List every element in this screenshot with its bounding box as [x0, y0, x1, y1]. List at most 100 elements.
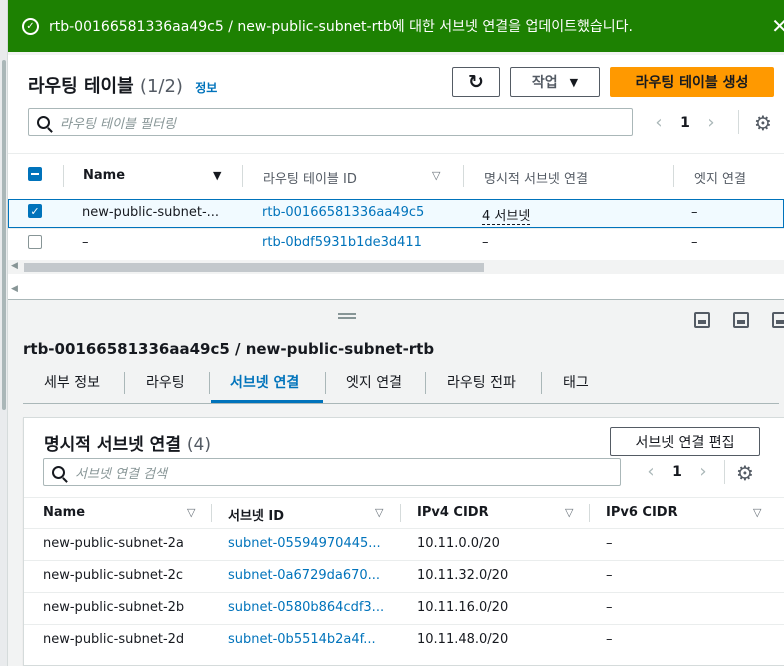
scroll-left-icon[interactable]: ◀	[11, 284, 18, 294]
row-divider	[8, 228, 784, 229]
row-rtb-id-link[interactable]: rtb-0bdf5931b1de3d411	[262, 235, 422, 250]
row-subnet-id-link[interactable]: subnet-0580b864cdf3...	[228, 600, 384, 615]
scrollbar-thumb[interactable]	[24, 263, 484, 272]
next-page-icon[interactable]: ›	[696, 112, 726, 133]
left-scrollbar[interactable]	[0, 0, 8, 666]
sort-icon[interactable]: ▽	[187, 506, 195, 519]
create-route-table-button[interactable]: 라우팅 테이블 생성	[610, 67, 774, 97]
tab-route-propagation[interactable]: 라우팅 전파	[447, 372, 516, 392]
route-table-search-input[interactable]: 라우팅 테이블 필터링	[28, 108, 633, 136]
actions-label: 작업	[531, 75, 558, 91]
col-header-explicit[interactable]: 명시적 서브넷 연결	[484, 168, 588, 187]
col-divider	[589, 504, 590, 522]
pagination: ‹ 1 ›	[644, 112, 726, 133]
page-number[interactable]: 1	[666, 464, 688, 480]
col-header-ipv6[interactable]: IPv6 CIDR	[606, 505, 678, 520]
page-title: 라우팅 테이블 (1/2) 정보	[28, 72, 217, 98]
select-all-checkbox[interactable]	[28, 167, 42, 181]
tab-divider	[124, 372, 125, 394]
app-root: ✓ rtb-00166581336aa49c5 / new-public-sub…	[0, 0, 784, 666]
col-header-subnet-id[interactable]: 서브넷 ID	[228, 505, 284, 524]
caret-down-icon: ▼	[569, 75, 579, 89]
sort-desc-icon[interactable]: ▼	[213, 169, 221, 182]
row-checkbox[interactable]	[28, 235, 42, 249]
scroll-left-icon[interactable]: ◀	[11, 261, 18, 271]
col-divider	[400, 504, 401, 522]
settings-gear-icon[interactable]: ⚙	[754, 111, 772, 135]
row-divider	[24, 592, 784, 593]
sort-icon[interactable]: ▽	[565, 506, 573, 519]
row-name: new-public-subnet-2b	[43, 600, 185, 615]
row-name: new-public-subnet-2c	[43, 568, 184, 583]
route-tables-count: (1/2)	[139, 76, 183, 97]
horizontal-scrollbar[interactable]: ◀	[8, 260, 784, 274]
divider	[24, 497, 784, 498]
tab-divider	[541, 372, 542, 394]
sort-icon[interactable]: ▽	[375, 506, 383, 519]
row-subnet-id-link[interactable]: subnet-0a6729da670...	[228, 568, 380, 583]
col-header-ipv4[interactable]: IPv4 CIDR	[417, 505, 489, 520]
row-divider	[24, 624, 784, 625]
row-divider	[24, 560, 784, 561]
search-placeholder: 라우팅 테이블 필터링	[60, 116, 176, 132]
close-icon[interactable]: ✕	[771, 14, 784, 38]
row-edge: –	[691, 205, 698, 220]
col-header-rtb-id[interactable]: 라우팅 테이블 ID	[263, 168, 357, 187]
route-tables-card: 라우팅 테이블 (1/2) 정보 ↻ 작업 ▼ 라우팅 테이블 생성 라우팅 테…	[8, 55, 784, 299]
tab-details[interactable]: 세부 정보	[44, 372, 100, 392]
page-number[interactable]: 1	[674, 115, 696, 131]
refresh-icon: ↻	[468, 71, 484, 93]
panel-title-text: 명시적 서브넷 연결	[44, 435, 181, 455]
panel-title: 명시적 서브넷 연결 (4)	[44, 430, 211, 455]
split-bottom-icon[interactable]	[694, 312, 710, 328]
row-name: new-public-subnet-2a	[43, 536, 184, 551]
row-ipv6: –	[606, 632, 613, 647]
col-divider	[211, 504, 212, 522]
search-icon	[52, 465, 65, 479]
col-divider	[463, 165, 464, 187]
row-name: new-public-subnet-...	[82, 205, 220, 220]
row-ipv4: 10.11.48.0/20	[417, 632, 509, 647]
scrollbar-thumb[interactable]	[2, 60, 6, 410]
actions-button[interactable]: 작업 ▼	[510, 67, 600, 97]
edit-subnet-associations-button[interactable]: 서브넷 연결 편집	[610, 427, 760, 456]
drag-handle-icon[interactable]	[338, 313, 356, 319]
row-ipv4: 10.11.16.0/20	[417, 600, 509, 615]
sort-icon[interactable]: ▽	[753, 506, 761, 519]
col-header-edge[interactable]: 엣지 연결	[694, 168, 746, 187]
row-name: new-public-subnet-2d	[43, 632, 185, 647]
info-link[interactable]: 정보	[195, 81, 217, 95]
row-subnet-id-link[interactable]: subnet-05594970445...	[228, 536, 381, 551]
panel-splitter[interactable]	[8, 299, 784, 300]
row-ipv4: 10.11.32.0/20	[417, 568, 509, 583]
subnet-association-search-input[interactable]: 서브넷 연결 검색	[43, 458, 621, 486]
row-ipv4: 10.11.0.0/20	[417, 536, 500, 551]
sort-icon[interactable]: ▽	[432, 169, 440, 182]
split-side-icon[interactable]	[733, 312, 749, 328]
flash-message: rtb-00166581336aa49c5 / new-public-subne…	[49, 19, 633, 35]
row-rtb-id-link[interactable]: rtb-00166581336aa49c5	[262, 205, 424, 220]
tab-divider	[425, 372, 426, 394]
pagination: ‹ 1 ›	[636, 461, 718, 482]
prev-page-icon[interactable]: ‹	[636, 461, 666, 482]
row-subnet-id-link[interactable]: subnet-0b5514b2a4f...	[228, 632, 376, 647]
row-explicit[interactable]: 4 서브넷	[482, 205, 531, 225]
panel-count: (4)	[186, 435, 211, 455]
row-name: –	[82, 235, 89, 250]
settings-gear-icon[interactable]: ⚙	[736, 461, 754, 485]
tab-subnet-associations[interactable]: 서브넷 연결	[230, 372, 299, 392]
prev-page-icon[interactable]: ‹	[644, 112, 674, 133]
row-checkbox[interactable]: ✓	[28, 204, 42, 218]
explicit-subnet-associations-panel: 명시적 서브넷 연결 (4) 서브넷 연결 편집 서브넷 연결 검색 ‹ 1 ›…	[23, 417, 784, 666]
row-ipv6: –	[606, 568, 613, 583]
row-explicit: –	[482, 235, 489, 250]
refresh-button[interactable]: ↻	[452, 67, 500, 97]
tab-routes[interactable]: 라우팅	[146, 372, 185, 392]
tab-tags[interactable]: 태그	[563, 372, 589, 392]
col-header-name[interactable]: Name	[83, 168, 125, 183]
col-header-name[interactable]: Name	[43, 505, 85, 520]
split-off-icon[interactable]	[772, 312, 784, 328]
next-page-icon[interactable]: ›	[688, 461, 718, 482]
tab-edge-associations[interactable]: 엣지 연결	[346, 372, 402, 392]
search-placeholder: 서브넷 연결 검색	[75, 466, 167, 482]
